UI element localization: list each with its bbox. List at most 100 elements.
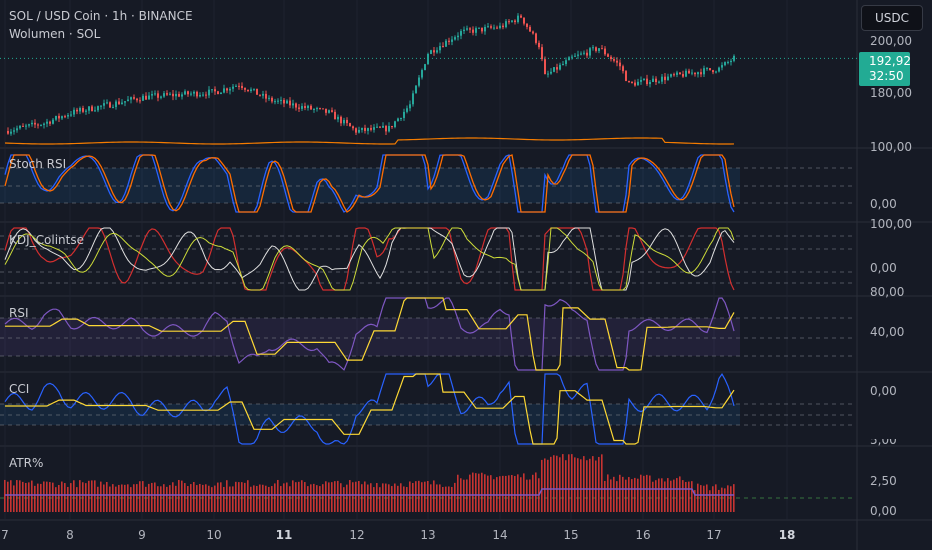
atr-bar	[721, 487, 723, 512]
atr-bar	[280, 486, 282, 512]
candle	[247, 89, 249, 92]
candle	[589, 48, 591, 56]
candle	[172, 93, 174, 97]
atr-bar	[349, 480, 351, 512]
candle	[361, 127, 363, 130]
candle	[643, 78, 645, 81]
candle	[25, 125, 27, 127]
atr-bar	[163, 484, 165, 512]
pane-axis-label: 0,00	[870, 261, 897, 275]
atr-bar	[436, 484, 438, 512]
pane-axis-label: 5,00	[870, 439, 897, 450]
atr-bar	[253, 485, 255, 512]
candle	[385, 125, 387, 132]
candle	[46, 121, 48, 124]
atr-bar	[715, 484, 717, 512]
atr-bar	[376, 483, 378, 512]
candle	[115, 101, 117, 107]
candle	[475, 28, 477, 33]
candle	[181, 94, 183, 97]
chart-canvas[interactable]	[0, 0, 932, 550]
candle	[508, 21, 510, 23]
pane-axis-label: 0,00	[870, 197, 897, 211]
atr-bar	[175, 485, 177, 512]
time-axis-label: 14	[492, 528, 508, 542]
atr-bar	[505, 475, 507, 512]
atr-bar	[625, 479, 627, 512]
atr-bar	[691, 481, 693, 512]
atr-bar	[43, 481, 45, 512]
candle	[550, 71, 552, 74]
atr-bar	[19, 480, 21, 512]
candle	[13, 130, 15, 132]
candle	[169, 93, 171, 95]
pane-label-kdj: KDJ_Colintse	[9, 233, 84, 247]
atr-bar	[517, 474, 519, 512]
atr-bar	[526, 479, 528, 512]
atr-bar	[148, 483, 150, 512]
atr-bar	[661, 478, 663, 512]
candle	[112, 106, 114, 108]
candle	[373, 127, 375, 130]
atr-bar	[391, 486, 393, 512]
candle	[304, 106, 306, 108]
candle	[283, 99, 285, 104]
atr-bar	[187, 486, 189, 512]
candle	[97, 106, 99, 111]
candle	[313, 108, 315, 110]
candle	[277, 100, 279, 102]
candle	[436, 50, 438, 53]
candle	[88, 106, 90, 111]
atr-bar	[394, 483, 396, 512]
candle	[61, 116, 63, 119]
atr-bar	[304, 482, 306, 512]
candle	[193, 91, 195, 94]
candle	[76, 109, 78, 112]
price-axis-label: 180,00	[870, 86, 912, 100]
atr-bar	[598, 456, 600, 512]
atr-bar	[583, 456, 585, 512]
candle	[322, 108, 324, 110]
candle	[379, 126, 381, 128]
atr-bar	[733, 484, 735, 512]
atr-bar	[292, 480, 294, 512]
atr-bar	[556, 455, 558, 512]
atr-bar	[577, 458, 579, 512]
atr-bar	[463, 479, 465, 512]
atr-bar	[262, 484, 264, 512]
candle	[184, 91, 186, 95]
candle	[178, 93, 180, 97]
candle	[538, 42, 540, 48]
candle	[649, 82, 651, 85]
atr-bar	[184, 483, 186, 512]
atr-bar	[331, 482, 333, 512]
pane-axis-value: 5,00	[870, 439, 897, 447]
atr-bar	[400, 483, 402, 512]
candle	[130, 97, 132, 100]
atr-bar	[628, 477, 630, 512]
atr-bar	[73, 480, 75, 512]
candle	[157, 93, 159, 98]
atr-bar	[574, 457, 576, 512]
candle	[544, 59, 546, 75]
candle	[241, 85, 243, 89]
candle	[424, 64, 426, 71]
candle	[625, 71, 627, 82]
atr-bar	[283, 483, 285, 512]
candle	[64, 116, 66, 118]
candle	[85, 110, 87, 112]
candle	[40, 124, 42, 126]
atr-bar	[85, 483, 87, 512]
atr-bar	[646, 474, 648, 512]
atr-bar	[211, 487, 213, 512]
atr-bar	[247, 480, 249, 512]
atr-bar	[160, 486, 162, 512]
atr-bar	[235, 481, 237, 512]
candle	[196, 91, 198, 97]
currency-button[interactable]: USDC	[861, 5, 923, 31]
atr-bar	[469, 474, 471, 512]
candle	[217, 91, 219, 95]
atr-bar	[46, 481, 48, 512]
atr-bar	[190, 484, 192, 512]
symbol-title: SOL / USD Coin · 1h · BINANCE	[9, 9, 193, 23]
